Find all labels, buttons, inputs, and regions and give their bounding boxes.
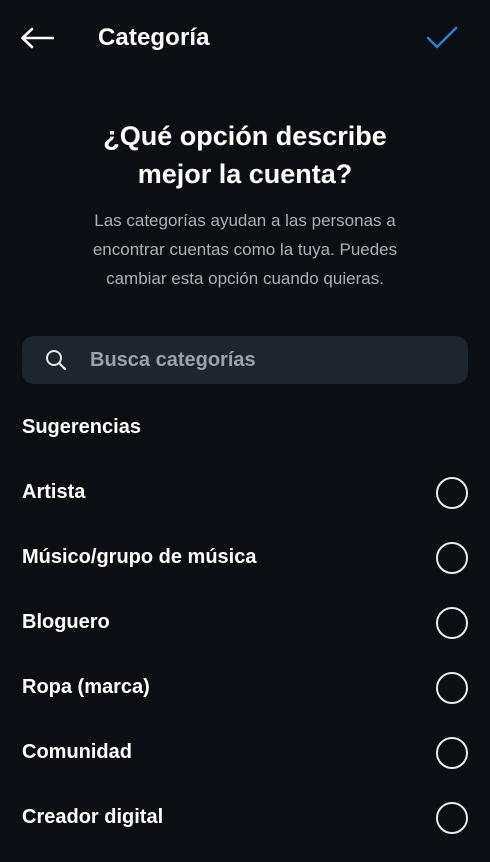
list-item-label: Bloguero xyxy=(22,611,110,633)
list-item[interactable]: Creador digital xyxy=(0,785,490,850)
list-item[interactable]: Músico/grupo de música xyxy=(0,525,490,590)
list-item-label: Creador digital xyxy=(22,806,164,828)
search-icon xyxy=(44,348,68,372)
radio-button[interactable] xyxy=(436,541,468,574)
list-item[interactable]: Artista xyxy=(0,460,490,525)
description-line-1: Las categorías ayudan a las personas a xyxy=(94,211,396,230)
heading-line-1: ¿Qué opción describe xyxy=(103,121,387,151)
suggestions-heading: Sugerencias xyxy=(22,416,141,438)
radio-button[interactable] xyxy=(436,736,468,769)
search-input[interactable] xyxy=(88,347,432,373)
page-title: Categoría xyxy=(98,24,210,51)
list-item[interactable]: Bloguero xyxy=(0,590,490,655)
description-line-2: encontrar cuentas como la tuya. Puedes xyxy=(92,240,398,259)
category-list: Artista Músico/grupo de música Bloguero … xyxy=(0,460,490,850)
top-bar: Categoría xyxy=(0,0,490,80)
list-item[interactable]: Ropa (marca) xyxy=(0,655,490,720)
list-item-label: Artista xyxy=(22,481,86,503)
back-button[interactable] xyxy=(14,22,60,58)
list-item[interactable]: Comunidad xyxy=(0,720,490,785)
checkmark-icon xyxy=(426,26,458,55)
arrow-left-icon xyxy=(20,27,55,54)
search-bar[interactable] xyxy=(22,336,468,384)
radio-button[interactable] xyxy=(436,606,468,639)
list-item-label: Comunidad xyxy=(22,741,132,763)
main-heading: ¿Qué opción describe mejor la cuenta? xyxy=(40,117,450,193)
heading-line-2: mejor la cuenta? xyxy=(137,159,353,189)
radio-button[interactable] xyxy=(436,671,468,704)
description-line-3: cambiar esta opción cuando quieras. xyxy=(106,269,384,288)
list-item-label: Ropa (marca) xyxy=(22,676,150,698)
confirm-button[interactable] xyxy=(420,20,464,60)
list-item-label: Músico/grupo de música xyxy=(22,546,257,568)
description-text: Las categorías ayudan a las personas a e… xyxy=(50,206,440,293)
radio-button[interactable] xyxy=(436,476,468,509)
radio-button[interactable] xyxy=(436,801,468,834)
